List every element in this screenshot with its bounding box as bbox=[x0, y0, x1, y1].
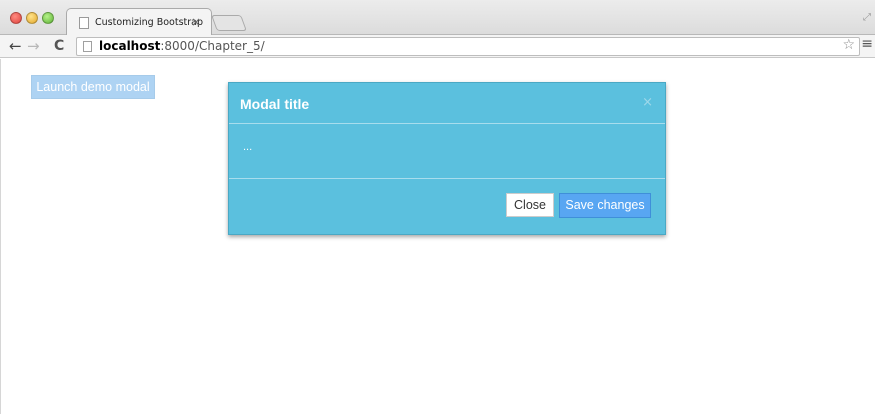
page-viewport: Launch demo modal Modal title × ... Clos… bbox=[0, 59, 875, 414]
url-text: localhost:8000/Chapter_5/ bbox=[99, 39, 265, 53]
tab-customizing-bootstrap[interactable]: Customizing Bootstrap × bbox=[66, 8, 212, 36]
minimize-window-icon[interactable] bbox=[26, 12, 38, 24]
close-button[interactable]: Close bbox=[506, 193, 554, 217]
reload-icon[interactable]: C bbox=[54, 37, 64, 55]
forward-arrow-icon[interactable]: → bbox=[27, 37, 40, 55]
close-window-icon[interactable] bbox=[10, 12, 22, 24]
modal-header: Modal title × bbox=[229, 83, 665, 124]
address-bar[interactable]: localhost:8000/Chapter_5/ ☆ bbox=[76, 37, 860, 56]
page-icon bbox=[79, 17, 89, 29]
modal-body: ... bbox=[229, 125, 665, 179]
url-path: :8000/Chapter_5/ bbox=[160, 39, 265, 53]
launch-demo-modal-button[interactable]: Launch demo modal bbox=[31, 75, 155, 99]
back-arrow-icon[interactable]: ← bbox=[9, 37, 22, 55]
browser-window: Customizing Bootstrap × ⤢ ← → C localhos… bbox=[0, 0, 875, 414]
modal-dialog: Modal title × ... Close Save changes bbox=[228, 82, 666, 235]
modal-title: Modal title bbox=[240, 96, 310, 112]
browser-toolbar: ← → C localhost:8000/Chapter_5/ ☆ ≡ bbox=[0, 35, 875, 58]
bookmark-star-icon[interactable]: ☆ bbox=[842, 37, 855, 53]
tab-title: Customizing Bootstrap bbox=[95, 17, 204, 28]
modal-close-icon[interactable]: × bbox=[642, 95, 653, 110]
tab-close-icon[interactable]: × bbox=[191, 15, 201, 29]
new-tab-button[interactable] bbox=[211, 15, 247, 31]
url-host: localhost bbox=[99, 39, 161, 53]
page-icon bbox=[83, 41, 92, 52]
browser-menu-icon[interactable]: ≡ bbox=[861, 36, 873, 52]
modal-body-text: ... bbox=[243, 141, 253, 153]
fullscreen-icon[interactable]: ⤢ bbox=[863, 12, 871, 23]
save-changes-button[interactable]: Save changes bbox=[559, 193, 651, 218]
tab-strip: Customizing Bootstrap × ⤢ bbox=[0, 0, 875, 36]
zoom-window-icon[interactable] bbox=[42, 12, 54, 24]
modal-footer: Close Save changes bbox=[229, 180, 665, 235]
